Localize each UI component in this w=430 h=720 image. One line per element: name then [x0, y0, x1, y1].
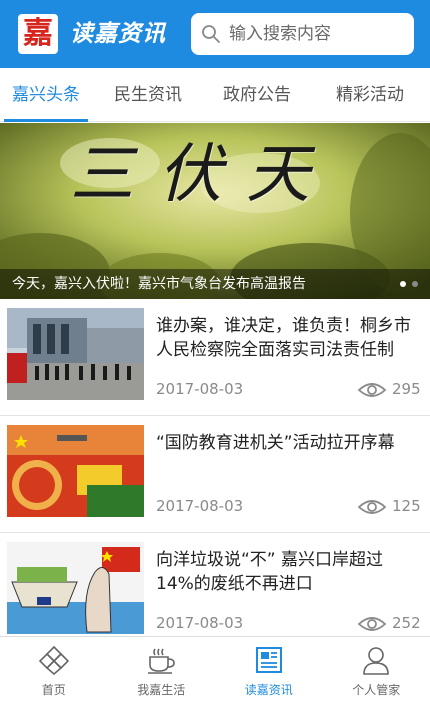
- nav-my-life[interactable]: 我嘉生活: [108, 637, 216, 720]
- search-input[interactable]: [229, 24, 409, 44]
- category-tabs: 嘉兴头条 民生资讯 政府公告 精彩活动: [0, 68, 430, 122]
- news-title: 谁办案，谁决定，谁负责！桐乡市人民检察院全面落实司法责任制: [156, 316, 411, 360]
- banner-title: 三伏天: [70, 138, 334, 212]
- logo-char: 嘉: [23, 16, 53, 51]
- tab-label: 民生资讯: [114, 85, 182, 105]
- app-root: 嘉 读嘉资讯 嘉兴头条 民生资讯 政府公告 精彩活动: [0, 0, 430, 720]
- eye-icon: [357, 383, 387, 397]
- featured-banner[interactable]: 三伏天 今天，嘉兴入伏啦！嘉兴市气象台发布高温报告: [0, 123, 430, 299]
- eye-icon: [357, 500, 387, 514]
- news-item[interactable]: 向洋垃圾说“不” 嘉兴口岸超过14%的废纸不再进口 2017-08-03 252: [0, 534, 430, 650]
- nav-label: 读嘉资讯: [244, 683, 293, 697]
- view-count: 125: [392, 497, 421, 515]
- top-header: 嘉 读嘉资讯: [0, 0, 430, 68]
- view-count: 252: [392, 614, 421, 632]
- search-box[interactable]: [191, 13, 414, 55]
- user-icon: [363, 647, 390, 675]
- home-diamond-icon: [38, 645, 69, 675]
- nav-personal[interactable]: 个人管家: [323, 637, 430, 720]
- tab-jiaxing-headlines[interactable]: 嘉兴头条: [0, 68, 92, 122]
- carousel-dot[interactable]: [412, 281, 418, 287]
- tab-label: 政府公告: [223, 85, 291, 105]
- tab-label: 嘉兴头条: [12, 85, 80, 105]
- nav-read-news[interactable]: 读嘉资讯: [215, 637, 323, 720]
- banner-caption: 今天，嘉兴入伏啦！嘉兴市气象台发布高温报告: [12, 276, 306, 292]
- news-title: “国防教育进机关”活动拉开序幕: [156, 433, 395, 453]
- news-thumbnail-flag: [7, 425, 144, 517]
- nav-label: 首页: [41, 683, 66, 697]
- news-thumbnail-cartoon: [7, 542, 144, 634]
- tab-government-notices[interactable]: 政府公告: [204, 68, 310, 122]
- tab-featured-events[interactable]: 精彩活动: [310, 68, 430, 122]
- news-date: 2017-08-03: [156, 380, 244, 398]
- newspaper-icon: [255, 647, 282, 673]
- news-item[interactable]: 谁办案，谁决定，谁负责！桐乡市人民检察院全面落实司法责任制 2017-08-03…: [0, 300, 430, 416]
- search-icon: [202, 25, 220, 43]
- news-item[interactable]: “国防教育进机关”活动拉开序幕 2017-08-03 125: [0, 417, 430, 533]
- eye-icon: [357, 617, 387, 631]
- coffee-cup-icon: [148, 648, 176, 674]
- bottom-navigation: 首页 我嘉生活 读嘉资讯 个人管家: [0, 636, 430, 720]
- tab-label: 精彩活动: [336, 85, 404, 105]
- carousel-dot-active[interactable]: [400, 281, 406, 287]
- news-date: 2017-08-03: [156, 614, 244, 632]
- news-date: 2017-08-03: [156, 497, 244, 515]
- news-thumbnail-building: [7, 308, 144, 400]
- nav-label: 个人管家: [352, 683, 401, 697]
- active-tab-indicator: [4, 119, 88, 122]
- news-title: 向洋垃圾说“不” 嘉兴口岸超过14%的废纸不再进口: [156, 550, 384, 594]
- view-count: 295: [392, 380, 421, 398]
- tab-livelihood-news[interactable]: 民生资讯: [92, 68, 204, 122]
- nav-home[interactable]: 首页: [0, 637, 108, 720]
- nav-label: 我嘉生活: [137, 683, 186, 697]
- app-logo[interactable]: 嘉: [18, 14, 58, 54]
- app-brand-name: 读嘉资讯: [70, 21, 166, 47]
